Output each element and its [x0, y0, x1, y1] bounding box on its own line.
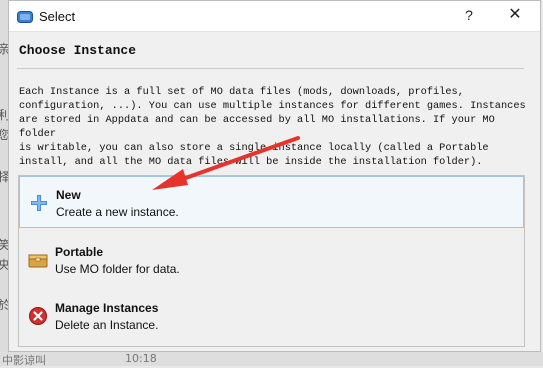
option-new-subtitle: Create a new instance.	[56, 205, 179, 219]
title-bar[interactable]: Select ? ✕	[9, 1, 540, 32]
option-manage-instances-subtitle: Delete an Instance.	[55, 318, 159, 332]
option-manage-instances-title: Manage Instances	[55, 301, 159, 315]
select-dialog: Select ? ✕ Choose Instance Each Instance…	[8, 0, 541, 352]
option-new-title: New	[56, 188, 81, 202]
help-button[interactable]: ?	[461, 7, 477, 23]
option-portable-subtitle: Use MO folder for data.	[55, 262, 180, 276]
background-bottom-time: 10:18	[125, 352, 157, 365]
description-text: Each Instance is a full set of MO data f…	[19, 86, 526, 168]
background-bottom-bar: 中影谅叫 10:18	[0, 352, 543, 367]
page-title: Choose Instance	[19, 43, 137, 58]
app-icon	[17, 10, 33, 28]
instance-options-list: New Create a new instance. Portable Use …	[18, 175, 525, 347]
option-new[interactable]: New Create a new instance.	[19, 176, 524, 228]
option-manage-instances[interactable]: Manage Instances Delete an Instance.	[19, 290, 524, 342]
divider	[17, 68, 524, 69]
window-title: Select	[39, 9, 76, 24]
box-icon	[28, 250, 48, 270]
option-portable[interactable]: Portable Use MO folder for data.	[19, 234, 524, 286]
option-portable-title: Portable	[55, 245, 104, 259]
plus-icon	[29, 193, 49, 213]
delete-icon	[28, 306, 48, 326]
close-button[interactable]: ✕	[505, 4, 525, 26]
